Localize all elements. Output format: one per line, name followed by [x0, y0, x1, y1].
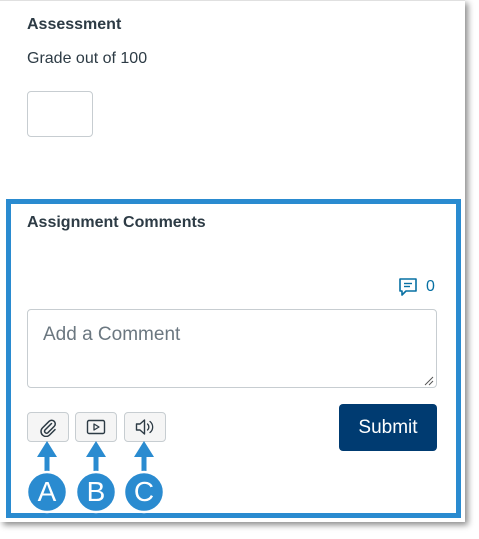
comment-bubble-icon: [399, 278, 417, 296]
audio-comment-button[interactable]: [124, 412, 166, 442]
submit-button[interactable]: Submit: [339, 404, 437, 451]
grade-label: Grade out of 100: [27, 50, 148, 67]
attach-file-button[interactable]: [27, 412, 69, 442]
play-video-icon: [86, 419, 106, 435]
comment-input[interactable]: [27, 309, 437, 388]
callout-label-c: C: [133, 476, 155, 507]
comment-count-value: 0: [426, 278, 435, 295]
speaker-icon: [135, 419, 154, 435]
grade-input[interactable]: [27, 91, 93, 137]
comments-heading: Assignment Comments: [27, 214, 206, 231]
callout-label-b: B: [86, 476, 106, 507]
media-comment-button[interactable]: [75, 412, 117, 442]
callout-label-a: A: [37, 476, 57, 507]
paperclip-icon: [40, 419, 56, 437]
assessment-heading: Assessment: [27, 16, 122, 33]
comment-count[interactable]: 0: [398, 277, 435, 297]
top-divider: [0, 0, 465, 1]
